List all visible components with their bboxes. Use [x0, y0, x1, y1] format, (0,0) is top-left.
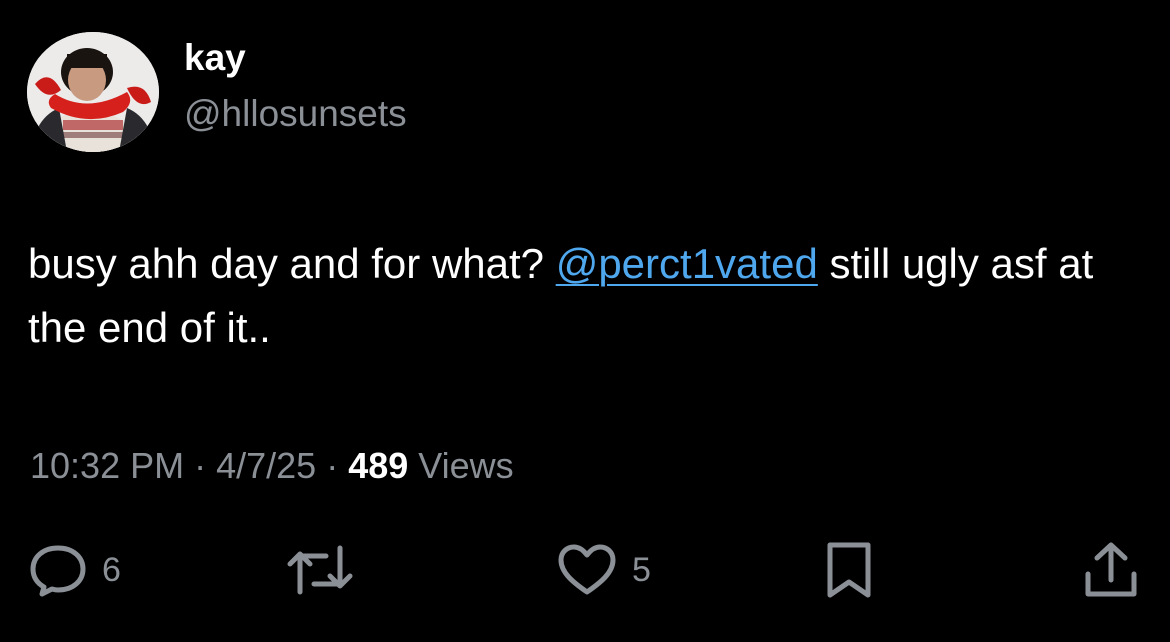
- mention-link[interactable]: @perct1vated: [556, 240, 818, 287]
- action-bar: 6 5: [0, 538, 1170, 602]
- bookmark-button[interactable]: [822, 538, 876, 602]
- views-count[interactable]: 489: [348, 445, 408, 486]
- reply-icon: [30, 545, 86, 597]
- share-icon: [1085, 542, 1137, 597]
- display-name[interactable]: kay: [184, 36, 246, 80]
- avatar[interactable]: [27, 32, 159, 152]
- avatar-image: [27, 32, 159, 152]
- like-count: 5: [632, 550, 651, 589]
- views-label: Views: [408, 445, 514, 486]
- meta-separator: ·: [184, 445, 217, 486]
- user-handle[interactable]: @hllosunsets: [184, 92, 407, 136]
- retweet-button[interactable]: [286, 538, 354, 602]
- share-button[interactable]: [1082, 538, 1140, 602]
- meta-separator: ·: [316, 445, 349, 486]
- tweet-text-start: busy ahh day and for what?: [28, 240, 556, 287]
- like-button[interactable]: 5: [556, 538, 651, 602]
- tweet: kay @hllosunsets busy ahh day and for wh…: [0, 0, 1170, 642]
- tweet-time[interactable]: 10:32 PM: [30, 445, 184, 486]
- tweet-date[interactable]: 4/7/25: [216, 445, 316, 486]
- tweet-metadata: 10:32 PM · 4/7/25 · 489 Views: [30, 444, 514, 488]
- heart-icon: [558, 544, 616, 595]
- bookmark-icon: [827, 542, 871, 598]
- tweet-text: busy ahh day and for what? @perct1vated …: [28, 232, 1138, 360]
- reply-count: 6: [102, 550, 121, 589]
- reply-button[interactable]: 6: [28, 538, 121, 602]
- retweet-icon: [287, 545, 353, 595]
